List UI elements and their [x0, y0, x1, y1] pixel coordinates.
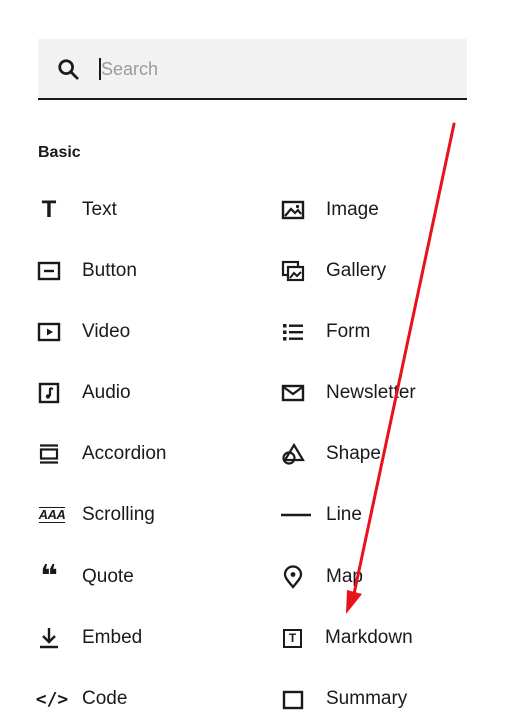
block-label: Map — [326, 566, 363, 587]
block-text[interactable]: T Text — [36, 194, 117, 226]
block-embed[interactable]: Embed — [36, 622, 142, 654]
block-label: Line — [326, 504, 362, 525]
image-icon — [280, 197, 306, 223]
block-label: Shape — [326, 443, 381, 464]
block-label: Gallery — [326, 260, 387, 281]
block-line[interactable]: Line — [280, 499, 362, 531]
markdown-icon: T — [283, 628, 302, 648]
block-label: Image — [326, 199, 379, 220]
block-shape[interactable]: Shape — [280, 438, 381, 470]
code-icon: </> — [35, 688, 69, 710]
block-image[interactable]: Image — [280, 194, 379, 226]
accordion-icon — [36, 441, 62, 467]
search-input[interactable] — [101, 55, 431, 83]
summary-icon — [280, 686, 306, 712]
block-label: Newsletter — [326, 382, 416, 403]
block-label: Markdown — [325, 627, 413, 648]
block-audio[interactable]: Audio — [36, 377, 131, 409]
block-accordion[interactable]: Accordion — [36, 438, 167, 470]
block-code[interactable]: </> Code — [35, 683, 128, 715]
block-label: Accordion — [82, 443, 167, 464]
block-label: Code — [82, 688, 128, 709]
shape-icon — [280, 441, 306, 467]
block-label: Summary — [326, 688, 408, 709]
gallery-icon — [280, 258, 306, 284]
video-icon — [36, 319, 62, 345]
block-label: Text — [82, 199, 117, 220]
search-bar[interactable] — [38, 39, 467, 100]
block-video[interactable]: Video — [36, 316, 130, 348]
line-icon — [280, 502, 312, 528]
text-icon: T — [41, 196, 57, 223]
envelope-icon — [280, 380, 306, 406]
block-quote[interactable]: ❝ Quote — [36, 561, 134, 593]
block-label: Embed — [82, 627, 143, 648]
block-map[interactable]: Map — [280, 561, 363, 593]
block-label: Form — [326, 321, 371, 342]
block-label: Audio — [82, 382, 131, 403]
block-summary[interactable]: Summary — [280, 683, 407, 715]
block-gallery[interactable]: Gallery — [280, 255, 386, 287]
block-markdown[interactable]: T Markdown — [280, 622, 413, 654]
form-icon — [280, 319, 306, 345]
block-label: Button — [82, 260, 137, 281]
block-label: Video — [82, 321, 131, 342]
block-form[interactable]: Form — [280, 316, 370, 348]
block-newsletter[interactable]: Newsletter — [280, 377, 416, 409]
block-scrolling[interactable]: AAA Scrolling — [36, 499, 155, 531]
section-title: Basic — [38, 144, 81, 161]
block-label: Scrolling — [82, 504, 155, 525]
map-pin-icon — [280, 564, 306, 590]
quote-icon: ❝ — [40, 559, 58, 594]
annotation-arrow — [346, 122, 456, 614]
block-label: Quote — [82, 566, 134, 587]
block-button[interactable]: Button — [36, 255, 137, 287]
audio-icon — [36, 380, 62, 406]
download-icon — [36, 625, 62, 651]
button-icon — [36, 258, 62, 284]
scrolling-icon: AAA — [38, 507, 66, 523]
search-icon — [58, 59, 79, 80]
